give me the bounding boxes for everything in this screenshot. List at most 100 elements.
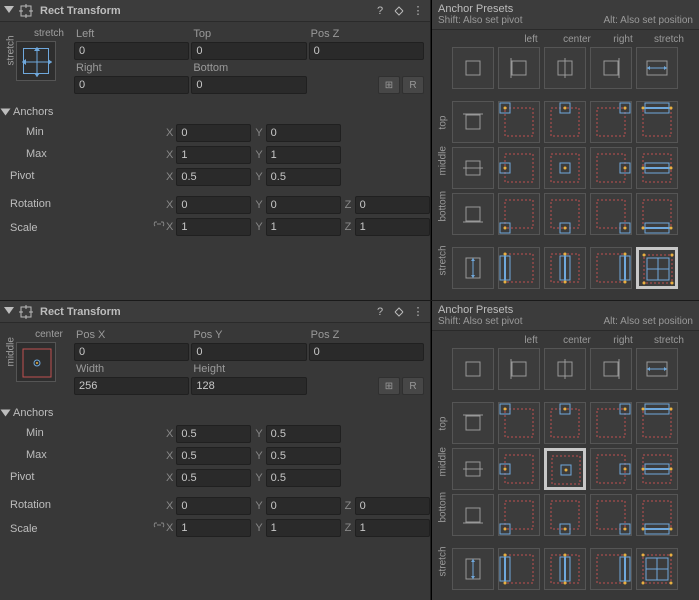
anchor-max-y[interactable] xyxy=(266,146,341,164)
preset-cell-bottom-left[interactable] xyxy=(498,193,540,235)
preset-cell-middle-stretch[interactable] xyxy=(636,147,678,189)
preset-cell-bottom-none[interactable] xyxy=(452,494,494,536)
bottom-input[interactable] xyxy=(191,76,306,94)
preset-cell-middle-stretch[interactable] xyxy=(636,448,678,490)
preset-cell[interactable] xyxy=(452,348,494,390)
preset-cell-none-center[interactable] xyxy=(544,348,586,390)
preset-cell-none-right[interactable] xyxy=(590,47,632,89)
posz-input[interactable] xyxy=(309,343,424,361)
foldout-icon[interactable] xyxy=(4,6,14,16)
posz-input[interactable] xyxy=(309,42,424,60)
component-header[interactable]: Rect Transform ? ⋮ xyxy=(0,301,430,323)
preset-cell-top-right[interactable] xyxy=(590,402,632,444)
menu-icon[interactable]: ⋮ xyxy=(410,304,426,320)
scale-x[interactable] xyxy=(176,218,251,236)
preset-cell-top-center[interactable] xyxy=(544,101,586,143)
preset-cell-none-right[interactable] xyxy=(590,348,632,390)
anchor-preset-button[interactable]: center middle xyxy=(14,327,70,382)
preset-cell-bottom-right[interactable] xyxy=(590,193,632,235)
scale-y[interactable] xyxy=(266,519,341,537)
preset-cell-middle-right[interactable] xyxy=(590,147,632,189)
preset-cell-middle-left[interactable] xyxy=(498,448,540,490)
preset-cell-none-left[interactable] xyxy=(498,47,540,89)
preset-cell-top-left[interactable] xyxy=(498,402,540,444)
pivot-y[interactable] xyxy=(266,168,341,186)
preset-cell-none-stretch[interactable] xyxy=(636,47,678,89)
scale-x[interactable] xyxy=(176,519,251,537)
preset-icon[interactable] xyxy=(391,304,407,320)
preset-cell-bottom-left[interactable] xyxy=(498,494,540,536)
preset-cell-middle-center[interactable] xyxy=(544,147,586,189)
preset-cell-stretch-right[interactable] xyxy=(590,247,632,289)
preset-cell-stretch-left[interactable] xyxy=(498,548,540,590)
blueprint-button[interactable]: ⊞ xyxy=(378,76,400,94)
preset-cell-top-none[interactable] xyxy=(452,402,494,444)
link-icon[interactable] xyxy=(152,220,166,235)
height-input[interactable] xyxy=(191,377,306,395)
anchor-max-y[interactable] xyxy=(266,447,341,465)
preset-cell-middle-none[interactable] xyxy=(452,448,494,490)
rot-y[interactable] xyxy=(266,497,341,515)
preset-cell-top-none[interactable] xyxy=(452,101,494,143)
component-header[interactable]: Rect Transform ? ⋮ xyxy=(0,0,430,22)
rot-x[interactable] xyxy=(176,196,251,214)
preset-cell-stretch-center[interactable] xyxy=(544,247,586,289)
pivot-y[interactable] xyxy=(266,469,341,487)
preset-cell-bottom-none[interactable] xyxy=(452,193,494,235)
left-input[interactable] xyxy=(74,42,189,60)
preset-cell-stretch-none[interactable] xyxy=(452,247,494,289)
raw-button[interactable]: R xyxy=(402,76,424,94)
scale-z[interactable] xyxy=(355,519,430,537)
width-input[interactable] xyxy=(74,377,189,395)
anchor-min-x[interactable] xyxy=(176,124,251,142)
preset-cell-middle-left[interactable] xyxy=(498,147,540,189)
posx-input[interactable] xyxy=(74,343,189,361)
scale-z[interactable] xyxy=(355,218,430,236)
preset-cell-bottom-stretch[interactable] xyxy=(636,193,678,235)
preset-cell-none-center[interactable] xyxy=(544,47,586,89)
rot-y[interactable] xyxy=(266,196,341,214)
preset-cell-none-stretch[interactable] xyxy=(636,348,678,390)
preset-cell-none-left[interactable] xyxy=(498,348,540,390)
anchors-foldout[interactable]: Anchors xyxy=(0,403,430,421)
preset-icon[interactable] xyxy=(391,3,407,19)
preset-cell-top-left[interactable] xyxy=(498,101,540,143)
preset-cell-bottom-center[interactable] xyxy=(544,193,586,235)
pivot-x[interactable] xyxy=(176,168,251,186)
preset-cell-stretch-left[interactable] xyxy=(498,247,540,289)
preset-cell-middle-center[interactable] xyxy=(544,448,586,490)
raw-button[interactable]: R xyxy=(402,377,424,395)
menu-icon[interactable]: ⋮ xyxy=(410,3,426,19)
preset-cell-middle-none[interactable] xyxy=(452,147,494,189)
right-input[interactable] xyxy=(74,76,189,94)
rot-x[interactable] xyxy=(176,497,251,515)
pivot-x[interactable] xyxy=(176,469,251,487)
preset-cell-top-stretch[interactable] xyxy=(636,402,678,444)
anchor-preset-button[interactable]: stretch stretch xyxy=(14,26,70,81)
help-icon[interactable]: ? xyxy=(372,3,388,19)
help-icon[interactable]: ? xyxy=(372,304,388,320)
anchor-max-x[interactable] xyxy=(176,447,251,465)
anchor-min-y[interactable] xyxy=(266,425,341,443)
posy-input[interactable] xyxy=(191,343,306,361)
link-icon[interactable] xyxy=(152,521,166,536)
rot-z[interactable] xyxy=(355,196,430,214)
blueprint-button[interactable]: ⊞ xyxy=(378,377,400,395)
preset-cell-top-stretch[interactable] xyxy=(636,101,678,143)
rot-z[interactable] xyxy=(355,497,430,515)
anchor-max-x[interactable] xyxy=(176,146,251,164)
preset-cell-top-center[interactable] xyxy=(544,402,586,444)
preset-cell-stretch-stretch[interactable] xyxy=(636,548,678,590)
preset-cell-bottom-stretch[interactable] xyxy=(636,494,678,536)
preset-cell-stretch-stretch[interactable] xyxy=(636,247,678,289)
preset-cell-bottom-center[interactable] xyxy=(544,494,586,536)
anchors-foldout[interactable]: Anchors xyxy=(0,102,430,120)
preset-cell-stretch-none[interactable] xyxy=(452,548,494,590)
preset-cell-stretch-center[interactable] xyxy=(544,548,586,590)
preset-cell-stretch-right[interactable] xyxy=(590,548,632,590)
preset-cell-top-right[interactable] xyxy=(590,101,632,143)
scale-y[interactable] xyxy=(266,218,341,236)
preset-cell-middle-right[interactable] xyxy=(590,448,632,490)
foldout-icon[interactable] xyxy=(4,307,14,317)
anchor-min-y[interactable] xyxy=(266,124,341,142)
